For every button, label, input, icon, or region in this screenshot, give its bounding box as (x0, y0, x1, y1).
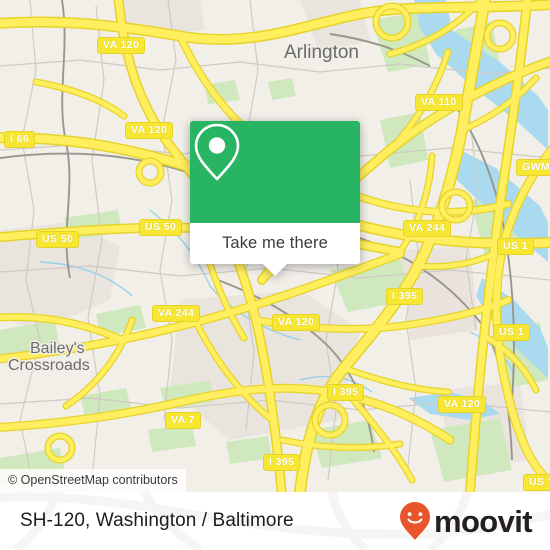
location-popup-card[interactable]: Take me there (190, 121, 360, 276)
road-shield-va244-east[interactable]: VA 244 (403, 220, 452, 237)
road-shield-i395-south[interactable]: I 395 (263, 454, 301, 471)
footer-location-title: SH-120, Washington / Baltimore (20, 510, 294, 531)
road-shield-us1-mid[interactable]: US 1 (493, 324, 530, 341)
page-footer: SH-120, Washington / Baltimore moovit (0, 492, 550, 550)
moovit-pin-icon (399, 502, 430, 540)
osm-attribution[interactable]: © OpenStreetMap contributors (0, 469, 186, 492)
popup-tail (262, 263, 288, 276)
road-shield-us50-east[interactable]: US 50 (139, 219, 183, 236)
popup-action-bar[interactable]: Take me there (190, 223, 360, 276)
road-shield-us1-south[interactable]: US 1 (523, 474, 550, 491)
road-shield-va120-center[interactable]: VA 120 (272, 314, 321, 331)
popup-header (190, 121, 360, 223)
road-shield-us50-west[interactable]: US 50 (36, 231, 80, 248)
map-canvas[interactable]: Arlington Bailey's Crossroads VA 120 VA … (0, 0, 550, 492)
road-shield-va120-north[interactable]: VA 120 (97, 37, 146, 54)
place-label-baileys: Bailey's (30, 340, 85, 357)
road-shield-va7[interactable]: VA 7 (165, 412, 201, 429)
road-shield-gwmp[interactable]: GWMP (516, 159, 550, 176)
road-shield-i66[interactable]: I 66 (4, 131, 36, 148)
moovit-logo[interactable]: moovit (398, 501, 533, 541)
moovit-wordmark: moovit (433, 503, 533, 539)
moovit-map-page: Arlington Bailey's Crossroads VA 120 VA … (0, 0, 550, 550)
place-label-arlington: Arlington (284, 42, 359, 63)
take-me-there-label: Take me there (222, 234, 328, 252)
road-shield-va244-west[interactable]: VA 244 (152, 305, 201, 322)
place-label-crossroads: Crossroads (8, 357, 90, 374)
road-shield-i395-mid[interactable]: I 395 (327, 384, 365, 401)
map-pin-icon (194, 123, 240, 181)
road-shield-us1-north[interactable]: US 1 (497, 238, 534, 255)
road-shield-i395-north[interactable]: I 395 (386, 288, 424, 305)
road-shield-va110[interactable]: VA 110 (415, 94, 463, 111)
road-shield-va120-south[interactable]: VA 120 (438, 396, 487, 413)
road-shield-va120-mid[interactable]: VA 120 (125, 122, 174, 139)
